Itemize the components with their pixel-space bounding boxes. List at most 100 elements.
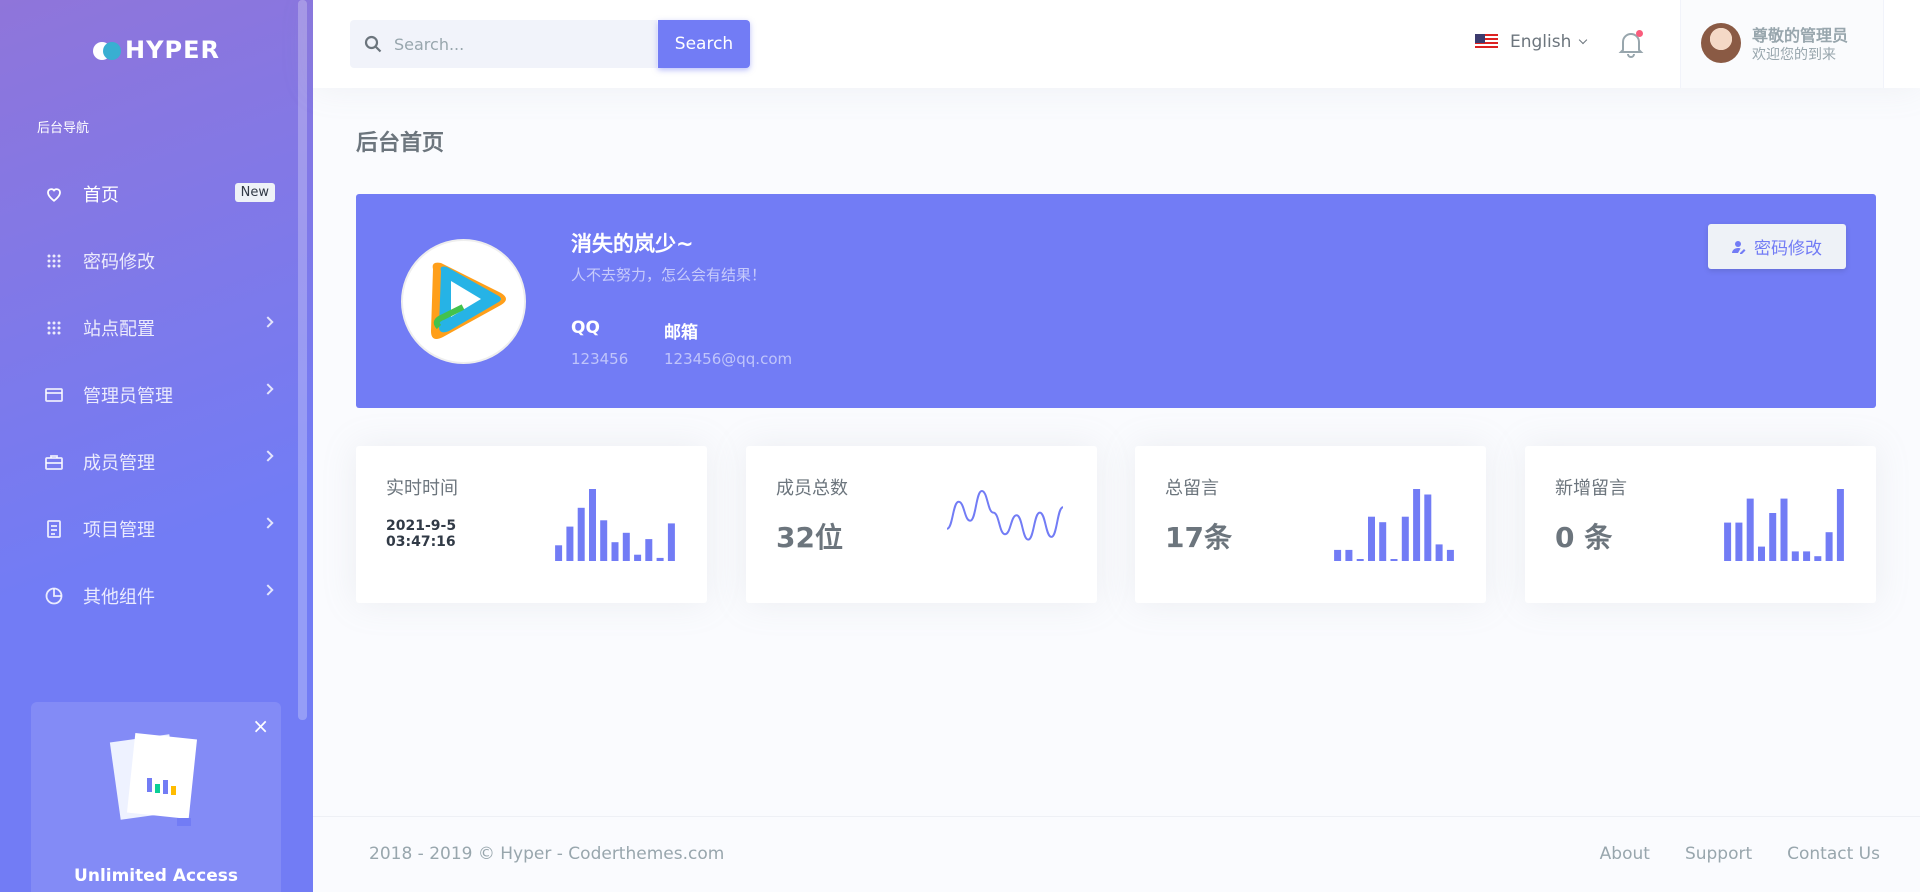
sparkline-bar (1836, 489, 1844, 561)
copyright: 2018 - 2019 © Hyper - Coderthemes.com (369, 844, 725, 864)
email-value: 123456@qq.com (664, 350, 793, 368)
sparkline-bar (1735, 522, 1743, 561)
sidebar: HYPER 后台导航 首页 New 密码修改 站点配置 管理员管理 成员管理 项… (0, 0, 313, 892)
email-label: 邮箱 (664, 323, 698, 343)
sparkline-bar (1825, 532, 1833, 561)
sparkline-bars (1724, 489, 1844, 561)
sidebar-item-admin-management[interactable]: 管理员管理 (0, 361, 300, 428)
page-title: 后台首页 (356, 131, 445, 156)
notification-button[interactable] (1618, 30, 1644, 62)
sidebar-item-label: 首页 (83, 184, 119, 206)
stat-card-members: 成员总数 32位 (746, 446, 1097, 603)
document-icon (44, 519, 64, 539)
sparkline-bar (589, 489, 596, 561)
sidebar-item-project-management[interactable]: 项目管理 (0, 495, 300, 562)
change-password-label: 密码修改 (1754, 239, 1822, 259)
language-selector[interactable]: English (1475, 32, 1588, 52)
profile-card: 消失的岚少~ 人不去努力，怎么会有结果！ QQ 123456 邮箱 123456… (356, 194, 1876, 408)
sidebar-item-site-config[interactable]: 站点配置 (0, 294, 300, 361)
sidebar-item-label: 站点配置 (83, 318, 155, 340)
sparkline-bar (645, 539, 653, 561)
search-button[interactable]: Search (658, 20, 750, 68)
sparkline-bar (600, 520, 608, 561)
briefcase-icon (44, 452, 64, 472)
sidebar-item-member-management[interactable]: 成员管理 (0, 428, 300, 495)
chevron-right-icon (262, 383, 274, 395)
language-label: English (1510, 32, 1572, 52)
sparkline-bar (1446, 549, 1454, 561)
heart-icon (44, 184, 64, 204)
sparkline-bar (1724, 522, 1732, 561)
stat-card-realtime: 实时时间 2021-9-5 03:47:16 (356, 446, 707, 603)
sparkline-bar (1758, 546, 1765, 561)
pie-chart-icon (44, 586, 64, 606)
chevron-right-icon (262, 316, 274, 328)
stat-card-messages: 总留言 17条 (1135, 446, 1486, 603)
topbar: Search English 尊敬的管理员 欢迎您的到来 (313, 0, 1920, 88)
sparkline-bars (1334, 489, 1454, 561)
sparkline-bar (622, 532, 630, 561)
current-date: 2021-9-5 (386, 518, 457, 534)
sparkline-bar (1413, 489, 1421, 561)
close-icon[interactable]: × (252, 714, 269, 738)
grid-icon (44, 318, 64, 338)
video-play-logo-icon (431, 262, 506, 339)
sparkline-bar (656, 557, 664, 561)
sparkline-bar (1780, 498, 1788, 561)
sidebar-item-other-components[interactable]: 其他组件 (0, 562, 300, 629)
stat-label: 实时时间 (386, 478, 458, 499)
realtime-clock: 2021-9-5 03:47:16 (386, 518, 456, 550)
chevron-down-icon (1579, 35, 1588, 45)
stat-label: 总留言 (1165, 478, 1219, 499)
sparkline-bar (1814, 556, 1822, 561)
search-input[interactable] (394, 34, 634, 54)
chevron-right-icon (262, 450, 274, 462)
sparkline-bar (577, 507, 585, 561)
sparkline-bar (1803, 551, 1811, 561)
brand-name: HYPER (125, 36, 220, 64)
chevron-right-icon (262, 517, 274, 529)
sidebar-item-home[interactable]: 首页 New (0, 160, 300, 227)
sidebar-item-label: 其他组件 (83, 586, 155, 608)
sparkline-line (946, 489, 1064, 541)
stat-card-new-messages: 新增留言 0 条 (1525, 446, 1876, 603)
profile-logo (401, 239, 526, 364)
footer-link-support[interactable]: Support (1685, 844, 1752, 864)
sparkline-bar (634, 554, 642, 561)
sidebar-nav: 首页 New 密码修改 站点配置 管理员管理 成员管理 项目管理 其他组件 (0, 160, 300, 629)
sparkline-bar (1401, 516, 1409, 561)
sparkline-bar (1356, 559, 1364, 561)
sidebar-item-label: 项目管理 (83, 519, 155, 541)
stat-label: 成员总数 (776, 478, 848, 499)
sparkline-bars (555, 489, 675, 561)
nav-section-title: 后台导航 (37, 121, 90, 136)
search-box (350, 20, 657, 68)
logo-dot-icon (103, 42, 122, 60)
documents-illustration-icon (109, 732, 198, 826)
sparkline-bar (1379, 522, 1387, 561)
footer-link-contact[interactable]: Contact Us (1787, 844, 1880, 864)
sidebar-item-label: 管理员管理 (83, 385, 173, 407)
new-badge: New (234, 183, 275, 202)
sparkline-bar (1334, 549, 1342, 561)
footer-link-about[interactable]: About (1600, 844, 1650, 864)
brand-logo[interactable]: HYPER (0, 36, 313, 64)
footer-links: About Support Contact Us (1565, 844, 1880, 864)
promo-card: × Unlimited Access (31, 702, 281, 892)
user-menu[interactable]: 尊敬的管理员 欢迎您的到来 (1680, 0, 1884, 88)
current-time: 03:47:16 (386, 534, 456, 550)
window-icon (44, 385, 64, 405)
sidebar-item-label: 密码修改 (83, 251, 155, 273)
sparkline-bar (566, 526, 574, 561)
sparkline-bar (611, 542, 619, 561)
sparkline-bar (555, 545, 563, 561)
sparkline-bar (1345, 549, 1353, 561)
qq-value: 123456 (571, 350, 629, 368)
profile-motto: 人不去努力，怎么会有结果！ (571, 266, 767, 284)
search-icon (364, 35, 382, 53)
sparkline-bar (667, 523, 675, 561)
change-password-button[interactable]: 密码修改 (1708, 224, 1846, 269)
qq-label: QQ (571, 318, 600, 338)
sidebar-item-password[interactable]: 密码修改 (0, 227, 300, 294)
promo-title: Unlimited Access (74, 866, 238, 886)
